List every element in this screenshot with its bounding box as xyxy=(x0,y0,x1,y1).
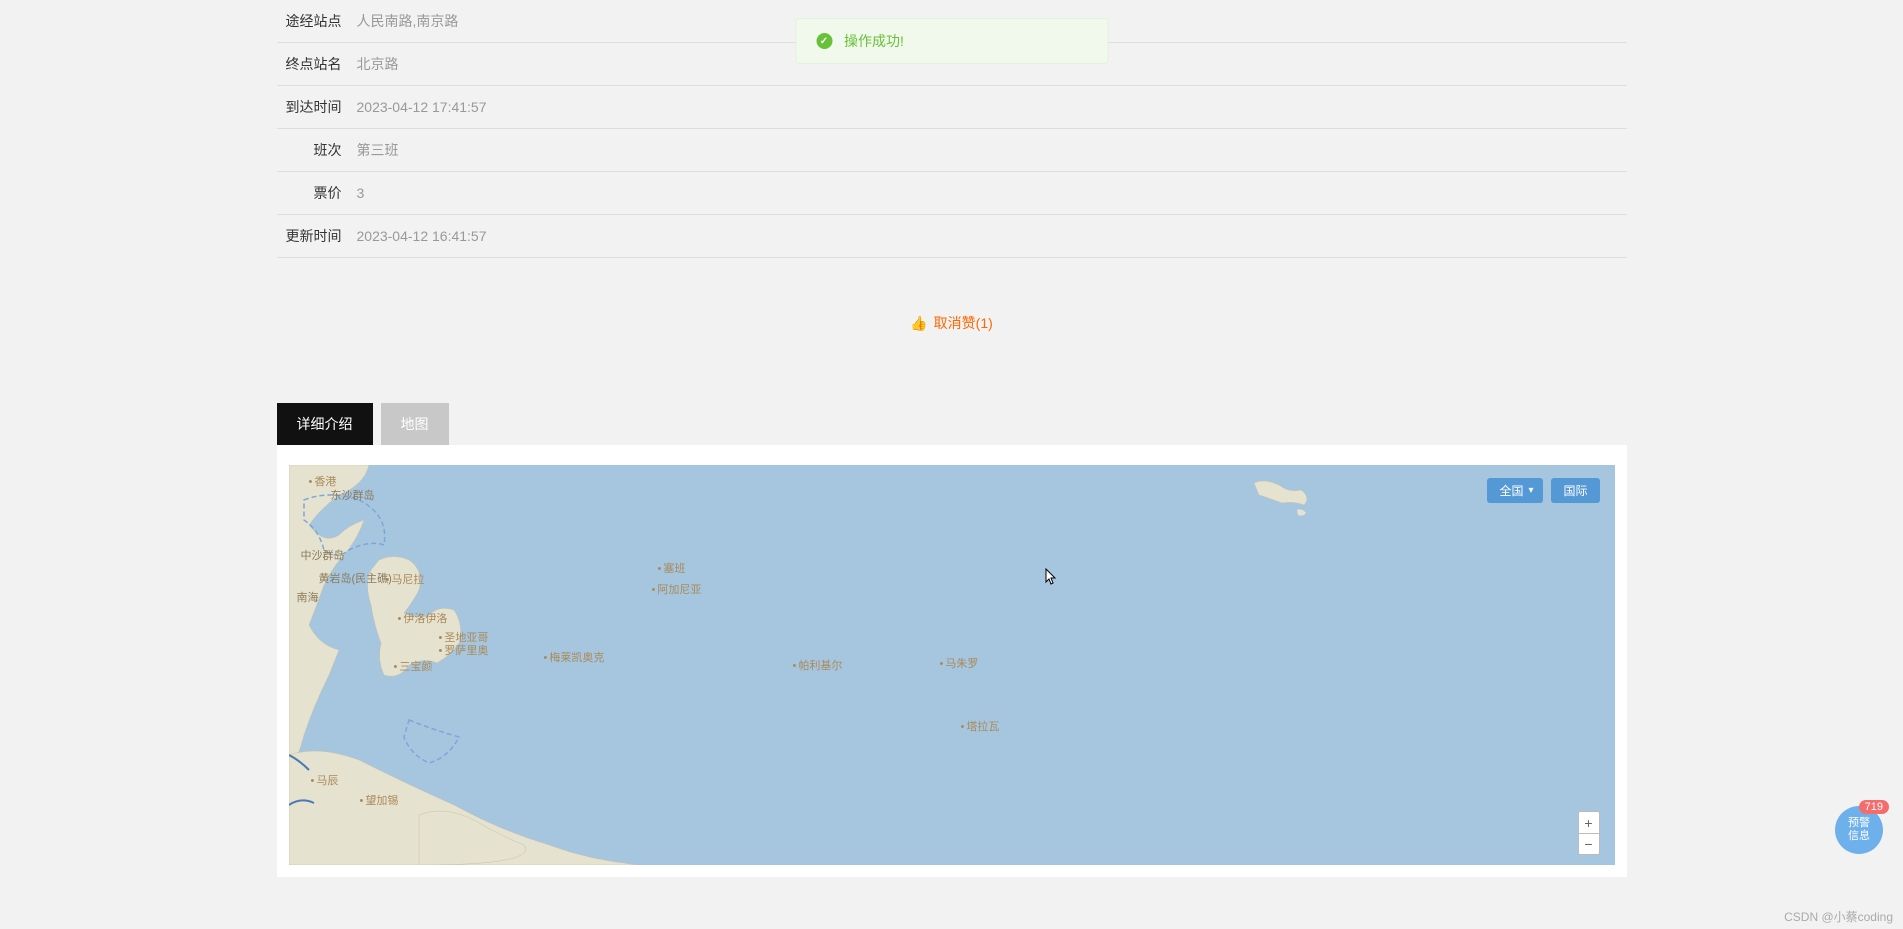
detail-label: 票价 xyxy=(277,183,357,203)
map-intl-button[interactable]: 国际 xyxy=(1551,478,1599,503)
detail-row: 更新时间 2023-04-12 16:41:57 xyxy=(277,215,1627,258)
tabs-nav: 详细介绍 地图 xyxy=(277,403,1627,445)
detail-value: 3 xyxy=(357,185,365,201)
watermark: CSDN @小蔡coding xyxy=(1784,908,1893,925)
cancel-like-button[interactable]: 👍 取消赞(1) xyxy=(910,313,993,333)
thumbs-up-icon: 👍 xyxy=(910,315,927,332)
like-label: 取消赞(1) xyxy=(934,313,993,333)
detail-value: 北京路 xyxy=(357,54,399,74)
zoom-in-button[interactable]: + xyxy=(1578,811,1600,833)
alert-badge: 719 xyxy=(1859,800,1889,814)
detail-value: 第三班 xyxy=(357,140,399,160)
detail-value: 2023-04-12 17:41:57 xyxy=(357,99,487,115)
alert-line2: 信息 xyxy=(1848,830,1870,843)
chevron-down-icon: ▾ xyxy=(1528,485,1533,496)
map-label: 望加锡 xyxy=(360,792,399,808)
detail-value: 2023-04-12 16:41:57 xyxy=(357,228,487,244)
detail-row: 票价 3 xyxy=(277,172,1627,215)
map-label: 塔拉瓦 xyxy=(961,718,1000,734)
map-label: 黄岩岛(民主礁) xyxy=(319,570,392,586)
map-label: 马朱罗 xyxy=(940,655,979,671)
map-label: 伊洛伊洛 xyxy=(398,610,448,626)
tab-map[interactable]: 地图 xyxy=(381,403,449,445)
map-label: 塞班 xyxy=(658,560,686,576)
notification-text: 操作成功! xyxy=(844,31,904,51)
region-label: 全国 xyxy=(1499,482,1523,499)
alert-float-button[interactable]: 预警 信息 719 xyxy=(1835,806,1883,854)
map-label: 帕利基尔 xyxy=(793,657,843,673)
map-region-button[interactable]: 全国 ▾ xyxy=(1487,478,1542,503)
detail-label: 更新时间 xyxy=(277,226,357,246)
tab-detail[interactable]: 详细介绍 xyxy=(277,403,373,445)
map-label: 阿加尼亚 xyxy=(652,581,702,597)
map-label: 马辰 xyxy=(311,772,339,788)
map-label: 三宝颜 xyxy=(394,658,433,674)
tabs-container: 详细介绍 地图 香港东沙群岛中沙群岛黄岩岛(民主礁)马尼拉南海 xyxy=(277,403,1627,877)
detail-label: 途经站点 xyxy=(277,11,357,31)
detail-label: 到达时间 xyxy=(277,97,357,117)
map-area[interactable]: 香港东沙群岛中沙群岛黄岩岛(民主礁)马尼拉南海伊洛伊洛塞班阿加尼亚圣地亚哥罗萨里… xyxy=(289,465,1615,865)
map-label: 梅莱凯奥克 xyxy=(544,649,605,665)
detail-value: 人民南路,南京路 xyxy=(357,11,459,31)
check-circle-icon xyxy=(816,33,832,49)
zoom-out-button[interactable]: − xyxy=(1578,833,1600,855)
detail-row: 到达时间 2023-04-12 17:41:57 xyxy=(277,86,1627,129)
detail-row: 班次 第三班 xyxy=(277,129,1627,172)
success-notification: 操作成功! xyxy=(795,18,1108,64)
map-zoom-controls: + − xyxy=(1578,811,1600,855)
tab-content: 香港东沙群岛中沙群岛黄岩岛(民主礁)马尼拉南海伊洛伊洛塞班阿加尼亚圣地亚哥罗萨里… xyxy=(277,445,1627,877)
map-label: 马尼拉 xyxy=(386,571,425,587)
map-label: 中沙群岛 xyxy=(301,547,345,563)
detail-label: 班次 xyxy=(277,140,357,160)
detail-label: 终点站名 xyxy=(277,54,357,74)
like-section: 👍 取消赞(1) xyxy=(277,258,1627,403)
map-label: 南海 xyxy=(297,589,319,605)
map-label: 罗萨里奥 xyxy=(439,642,489,658)
map-label: 东沙群岛 xyxy=(331,487,375,503)
alert-line1: 预警 xyxy=(1848,817,1870,830)
